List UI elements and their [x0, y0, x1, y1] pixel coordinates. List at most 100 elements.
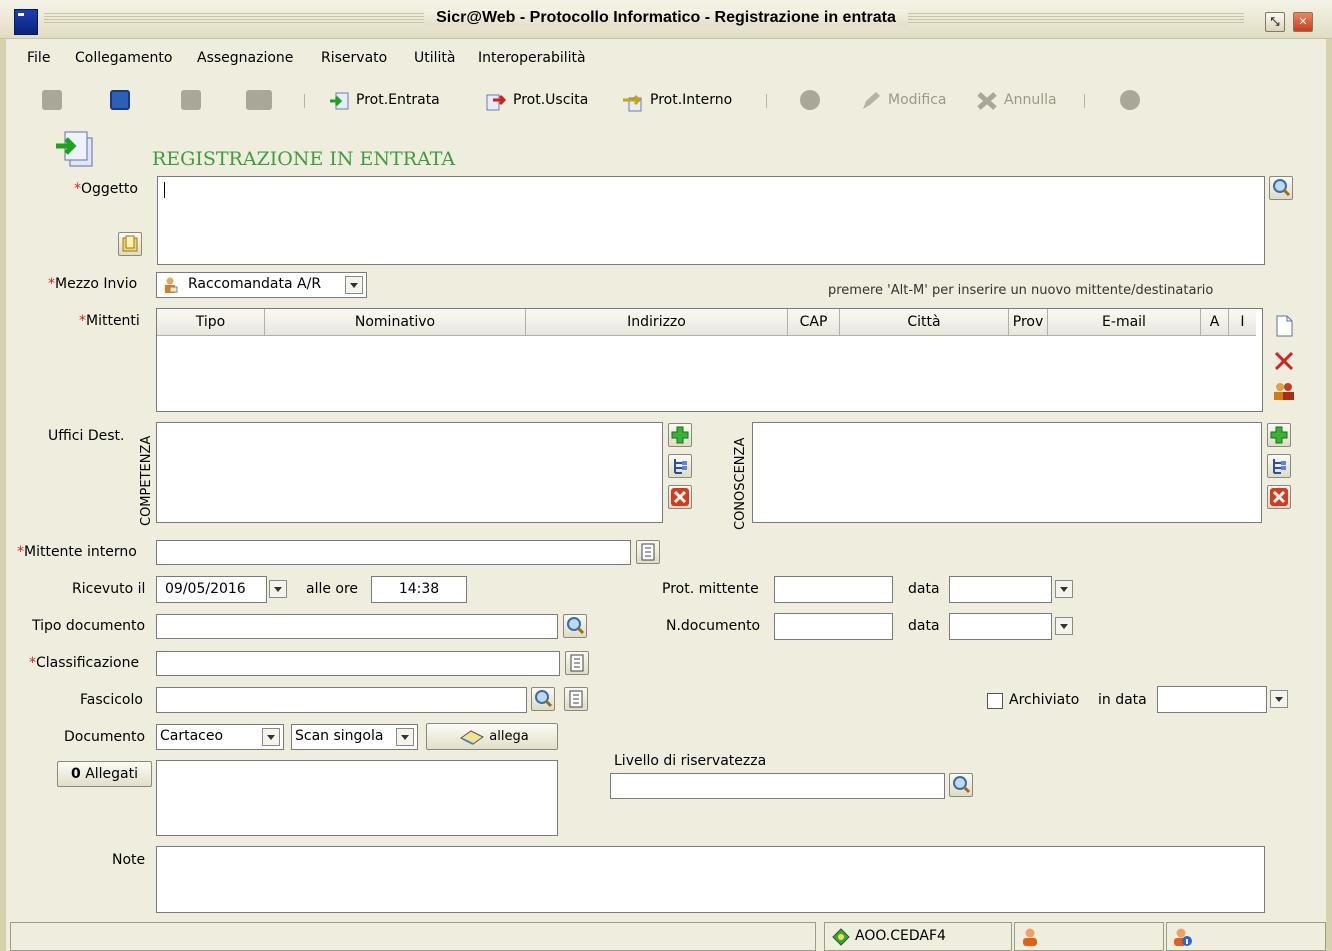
conoscenza-list[interactable] — [752, 422, 1262, 523]
ricevuto-label: Ricevuto il — [72, 581, 146, 597]
column-header-indirizzo[interactable]: Indirizzo — [525, 309, 788, 336]
allega-button[interactable]: allega — [426, 723, 558, 750]
contacts-icon[interactable] — [1272, 381, 1296, 401]
column-header-a[interactable]: A — [1200, 309, 1229, 336]
add-conoscenza-button[interactable] — [1267, 423, 1291, 447]
new-doc-icon[interactable] — [42, 90, 62, 110]
documento-select[interactable]: Cartaceo — [156, 724, 284, 750]
new-mittente-icon[interactable] — [1273, 314, 1295, 338]
close-icon: ✕ — [1298, 15, 1308, 28]
column-header-email[interactable]: E-mail — [1047, 309, 1201, 336]
window-title: Sicr@Web - Protocollo Informatico - Regi… — [0, 9, 1332, 27]
print-icon[interactable] — [246, 90, 272, 110]
menu-riservato[interactable]: Riservato — [321, 50, 387, 66]
prot-mittente-field[interactable] — [774, 576, 893, 603]
menu-utilita[interactable]: Utilità — [414, 50, 455, 66]
column-header-citta[interactable]: Città — [839, 309, 1009, 336]
archiviato-date-field[interactable] — [1157, 686, 1267, 713]
ricevuto-date-field[interactable]: 09/05/2016 — [156, 576, 267, 603]
toolbar: Prot.Entrata Prot.Uscita Prot.Interno Mo… — [6, 82, 1326, 118]
modifica-label: Modifica — [888, 92, 947, 108]
n-documento-date-dropdown[interactable] — [1055, 617, 1073, 635]
n-documento-date-field[interactable] — [949, 613, 1052, 640]
prot-entrata-icon — [330, 92, 349, 110]
tipo-documento-field[interactable] — [156, 614, 558, 639]
remove-competenza-button[interactable] — [668, 485, 692, 509]
mittente-interno-label: *Mittente interno — [17, 544, 137, 560]
tree-icon — [1273, 459, 1286, 474]
annulla-button[interactable]: Annulla — [976, 90, 1057, 110]
classificazione-tree-button[interactable] — [565, 651, 589, 675]
mezzo-invio-value: Raccomandata A/R — [188, 276, 322, 292]
mittente-interno-field[interactable] — [156, 540, 631, 565]
title-bar: Sicr@Web - Protocollo Informatico - Regi… — [0, 0, 1332, 39]
disabled-tool-icon[interactable] — [800, 90, 820, 110]
oggetto-field[interactable] — [157, 176, 1265, 265]
tipo-documento-search-button[interactable] — [563, 614, 587, 638]
column-header-prov[interactable]: Prov — [1008, 309, 1048, 336]
remove-icon — [1270, 488, 1288, 506]
mittenti-label: *Mittenti — [79, 313, 140, 329]
ricevuto-date-value: 09/05/2016 — [165, 581, 246, 597]
livello-riservatezza-field[interactable] — [610, 773, 945, 799]
prot-mittente-date-dropdown[interactable] — [1055, 580, 1073, 598]
note-field[interactable] — [156, 846, 1265, 913]
restore-button[interactable]: ⤡ — [1265, 12, 1285, 32]
menu-file[interactable]: File — [27, 50, 50, 66]
fascicolo-field[interactable] — [156, 687, 527, 713]
n-documento-field[interactable] — [774, 613, 893, 640]
pencil-icon — [863, 92, 880, 109]
fascicolo-tree-button[interactable] — [564, 687, 588, 711]
allegati-button[interactable]: 0 Allegati — [57, 761, 152, 787]
modifica-button[interactable]: Modifica — [860, 90, 947, 110]
mittenti-table[interactable]: Tipo Nominativo Indirizzo CAP Città Prov… — [156, 308, 1263, 412]
archiviato-checkbox[interactable] — [987, 693, 1003, 709]
annulla-label: Annulla — [1004, 92, 1057, 108]
chevron-down-icon[interactable] — [396, 728, 414, 746]
classificazione-field[interactable] — [156, 651, 560, 676]
user-icon — [1023, 928, 1037, 946]
menu-interoperabilita[interactable]: Interoperabilità — [478, 50, 586, 66]
column-header-i[interactable]: I — [1228, 309, 1256, 336]
menu-collegamento[interactable]: Collegamento — [75, 50, 172, 66]
text-cursor — [164, 182, 165, 198]
conoscenza-label: CONOSCENZA — [733, 437, 748, 530]
prot-entrata-button[interactable]: Prot.Entrata — [328, 90, 440, 110]
tree-competenza-button[interactable] — [668, 454, 692, 478]
add-competenza-button[interactable] — [668, 423, 692, 447]
chevron-down-icon[interactable] — [262, 728, 280, 746]
mezzo-invio-select[interactable]: Raccomandata A/R — [156, 272, 367, 298]
network-icon — [832, 928, 850, 946]
prot-mittente-date-field[interactable] — [949, 576, 1052, 603]
plus-icon — [1270, 426, 1288, 444]
archiviato-label: Archiviato — [1009, 692, 1080, 708]
chevron-down-icon[interactable] — [345, 276, 363, 294]
fascicolo-search-button[interactable] — [531, 687, 555, 711]
mittente-interno-tree-button[interactable] — [636, 540, 660, 564]
prot-uscita-label: Prot.Uscita — [513, 92, 589, 108]
column-header-cap[interactable]: CAP — [787, 309, 840, 336]
search-icon — [953, 776, 971, 794]
status-info-panel — [1166, 922, 1326, 951]
close-button[interactable]: ✕ — [1293, 12, 1313, 32]
scan-mode-select[interactable]: Scan singola — [291, 724, 418, 750]
oggetto-search-button[interactable] — [1269, 176, 1293, 200]
allegati-list[interactable] — [156, 760, 558, 836]
column-header-nominativo[interactable]: Nominativo — [264, 309, 526, 336]
alle-ore-field[interactable]: 14:38 — [371, 576, 467, 603]
oggetto-archive-button[interactable] — [118, 232, 142, 256]
disabled-gear-icon[interactable] — [1120, 90, 1140, 110]
archiviato-date-dropdown[interactable] — [1270, 690, 1288, 708]
save-icon[interactable] — [110, 90, 130, 110]
prot-uscita-button[interactable]: Prot.Uscita — [485, 90, 589, 111]
paste-icon[interactable] — [181, 90, 201, 110]
remove-conoscenza-button[interactable] — [1267, 485, 1291, 509]
livello-search-button[interactable] — [949, 773, 973, 797]
column-header-tipo[interactable]: Tipo — [157, 309, 265, 336]
prot-interno-button[interactable]: Prot.Interno — [622, 90, 732, 112]
delete-mittente-icon[interactable] — [1273, 350, 1295, 372]
ricevuto-date-dropdown[interactable] — [269, 580, 287, 598]
tree-conoscenza-button[interactable] — [1267, 454, 1291, 478]
competenza-list[interactable] — [156, 422, 663, 523]
menu-assegnazione[interactable]: Assegnazione — [197, 50, 293, 66]
